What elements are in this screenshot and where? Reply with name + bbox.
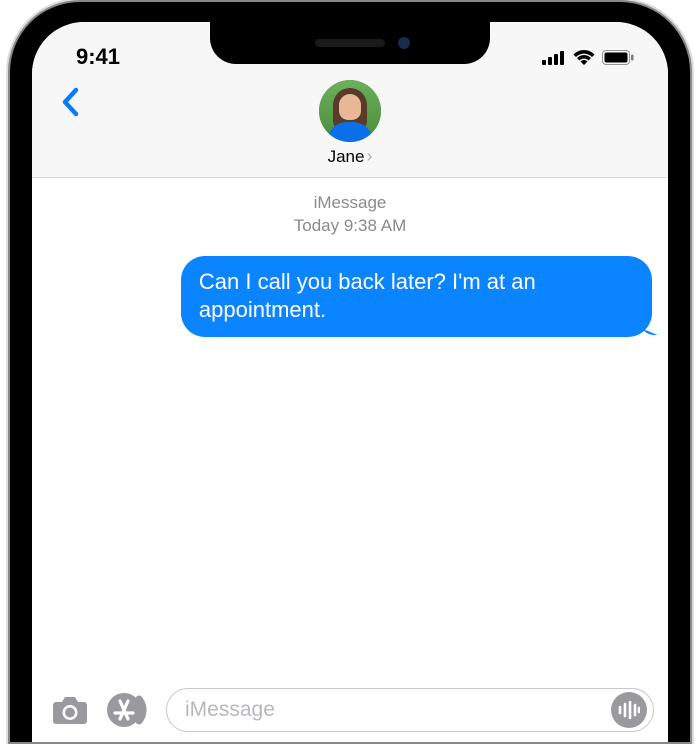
camera-button[interactable] xyxy=(46,688,94,732)
conversation-scroll[interactable]: iMessage Today 9:38 AM Can I call you ba… xyxy=(32,178,668,682)
service-label: iMessage xyxy=(48,192,652,215)
audio-message-button[interactable] xyxy=(611,692,647,728)
chevron-left-icon xyxy=(60,87,80,117)
wifi-icon xyxy=(573,49,595,65)
app-store-icon xyxy=(106,692,154,728)
app-store-button[interactable] xyxy=(106,688,154,732)
compose-bar xyxy=(32,682,668,742)
phone-frame: 9:41 xyxy=(10,2,690,742)
nav-header: Jane › xyxy=(32,74,668,178)
cellular-signal-icon xyxy=(542,50,566,65)
battery-icon xyxy=(602,50,634,65)
status-indicators xyxy=(542,49,634,65)
sent-message-bubble[interactable]: Can I call you back later? I'm at an app… xyxy=(181,256,652,337)
speaker-grill xyxy=(315,39,385,47)
camera-icon xyxy=(50,694,90,726)
message-input[interactable] xyxy=(185,698,611,722)
back-button[interactable] xyxy=(50,82,90,122)
message-row: Can I call you back later? I'm at an app… xyxy=(48,256,652,337)
notch xyxy=(210,22,490,64)
status-time: 9:41 xyxy=(76,44,120,70)
audio-wave-icon xyxy=(618,701,640,719)
timestamp-label: Today 9:38 AM xyxy=(48,215,652,238)
front-camera xyxy=(398,37,410,49)
screen: 9:41 xyxy=(32,22,668,742)
contact-name: Jane xyxy=(328,147,365,167)
message-input-container xyxy=(166,688,654,732)
chevron-right-icon: › xyxy=(366,146,372,167)
contact-header[interactable]: Jane › xyxy=(319,80,381,167)
avatar xyxy=(319,80,381,142)
